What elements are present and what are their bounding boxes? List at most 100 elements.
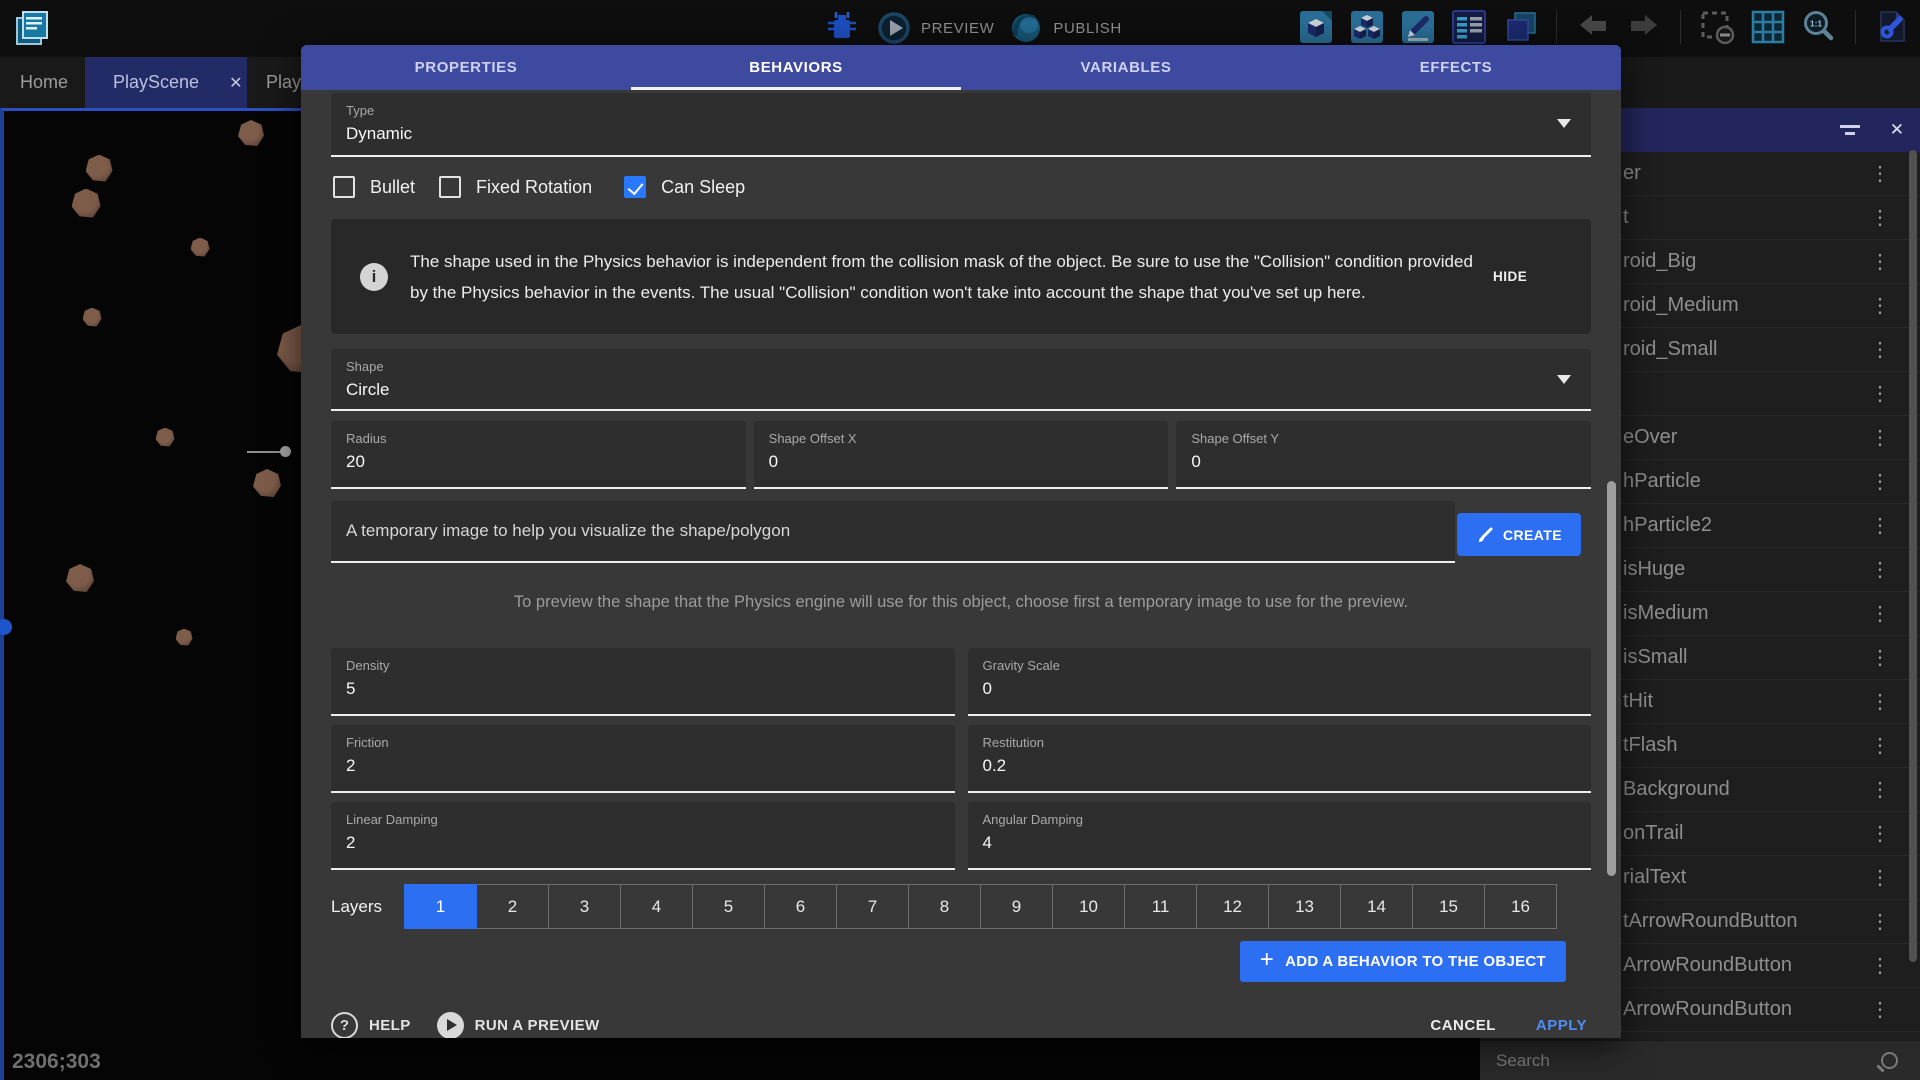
shape-offset-x-field[interactable]: Shape Offset X 0 — [754, 421, 1169, 489]
restitution-field[interactable]: Restitution 0.2 — [968, 725, 1592, 793]
layer-button-15[interactable]: 15 — [1412, 884, 1485, 929]
kebab-menu-icon[interactable]: ⋮ — [1862, 909, 1898, 934]
kebab-menu-icon[interactable]: ⋮ — [1862, 953, 1898, 978]
kebab-menu-icon[interactable]: ⋮ — [1862, 645, 1898, 670]
asteroid-sprite[interactable] — [238, 120, 264, 146]
close-panel-icon[interactable]: ✕ — [1890, 120, 1904, 140]
search-input[interactable]: Search — [1480, 1040, 1920, 1080]
apply-button[interactable]: APPLY — [1536, 1017, 1587, 1034]
checkbox-can-sleep[interactable]: Can Sleep — [624, 176, 745, 198]
friction-field[interactable]: Friction 2 — [331, 725, 955, 793]
shape-dropdown[interactable]: Shape Circle — [331, 349, 1591, 411]
kebab-menu-icon[interactable]: ⋮ — [1862, 381, 1898, 406]
asteroid-sprite[interactable] — [253, 469, 281, 497]
debugger-icon[interactable] — [822, 8, 862, 48]
kebab-menu-icon[interactable]: ⋮ — [1862, 821, 1898, 846]
panel-scrollbar[interactable] — [1909, 150, 1917, 962]
kebab-menu-icon[interactable]: ⋮ — [1862, 777, 1898, 802]
kebab-menu-icon[interactable]: ⋮ — [1862, 557, 1898, 582]
layer-button-12[interactable]: 12 — [1196, 884, 1269, 929]
kebab-menu-icon[interactable]: ⋮ — [1862, 865, 1898, 890]
layers-icon[interactable] — [1502, 9, 1538, 45]
grid-icon[interactable] — [1750, 9, 1786, 45]
asteroid-sprite[interactable] — [86, 155, 113, 182]
asteroid-sprite[interactable] — [191, 238, 210, 257]
layer-button-14[interactable]: 14 — [1340, 884, 1413, 929]
layer-button-10[interactable]: 10 — [1052, 884, 1125, 929]
zoom-original-icon[interactable]: 1:1 — [1801, 9, 1837, 45]
linear-damping-field[interactable]: Linear Damping 2 — [331, 802, 955, 870]
density-field[interactable]: Density 5 — [331, 648, 955, 716]
kebab-menu-icon[interactable]: ⋮ — [1862, 337, 1898, 362]
radius-field[interactable]: Radius 20 — [331, 421, 746, 489]
hide-button[interactable]: HIDE — [1493, 269, 1527, 284]
undo-icon[interactable] — [1575, 9, 1611, 45]
angular-damping-field[interactable]: Angular Damping 4 — [968, 802, 1592, 870]
temp-image-field[interactable]: A temporary image to help you visualize … — [331, 501, 1455, 563]
dialog-scrollbar[interactable] — [1607, 481, 1616, 876]
object-groups-icon[interactable] — [1349, 9, 1385, 45]
run-preview-button[interactable]: RUN A PREVIEW — [437, 1012, 600, 1039]
dialog-footer: ? HELP RUN A PREVIEW CANCEL APPLY — [331, 1002, 1591, 1038]
tab-properties[interactable]: PROPERTIES — [301, 45, 631, 90]
tab-variables[interactable]: VARIABLES — [961, 45, 1291, 90]
layer-button-9[interactable]: 9 — [980, 884, 1053, 929]
layer-button-2[interactable]: 2 — [476, 884, 549, 929]
preview-hint: To preview the shape that the Physics en… — [331, 593, 1591, 613]
play-icon — [437, 1012, 464, 1039]
tab-home[interactable]: Home — [8, 57, 80, 108]
filter-icon[interactable] — [1840, 124, 1862, 136]
add-behavior-button[interactable]: + ADD A BEHAVIOR TO THE OBJECT — [1240, 941, 1566, 982]
kebab-menu-icon[interactable]: ⋮ — [1862, 425, 1898, 450]
edit-icon[interactable] — [1400, 9, 1436, 45]
create-button[interactable]: CREATE — [1457, 513, 1581, 556]
kebab-menu-icon[interactable]: ⋮ — [1862, 733, 1898, 758]
checkbox-fixed-rotation[interactable]: Fixed Rotation — [439, 176, 592, 198]
preview-button[interactable]: PREVIEW — [876, 10, 994, 46]
layer-button-16[interactable]: 16 — [1484, 884, 1557, 929]
layer-button-11[interactable]: 11 — [1124, 884, 1197, 929]
asteroid-sprite[interactable] — [66, 564, 94, 592]
asteroid-sprite[interactable] — [176, 629, 193, 646]
deselect-icon[interactable] — [1699, 9, 1735, 45]
project-settings-icon[interactable] — [1874, 9, 1910, 45]
objects-panel-icon[interactable] — [1298, 9, 1334, 45]
layer-button-13[interactable]: 13 — [1268, 884, 1341, 929]
tab-effects[interactable]: EFFECTS — [1291, 45, 1621, 90]
kebab-menu-icon[interactable]: ⋮ — [1862, 205, 1898, 230]
instance-handle[interactable] — [280, 446, 291, 457]
layer-button-8[interactable]: 8 — [908, 884, 981, 929]
kebab-menu-icon[interactable]: ⋮ — [1862, 469, 1898, 494]
tab-playscene[interactable]: PlayScene ✕ — [85, 57, 247, 108]
layer-button-1[interactable]: 1 — [404, 884, 477, 929]
layer-button-5[interactable]: 5 — [692, 884, 765, 929]
kebab-menu-icon[interactable]: ⋮ — [1862, 161, 1898, 186]
gravity-scale-field[interactable]: Gravity Scale 0 — [968, 648, 1592, 716]
shape-offset-y-field[interactable]: Shape Offset Y 0 — [1176, 421, 1591, 489]
instances-list-icon[interactable] — [1451, 9, 1487, 45]
type-dropdown[interactable]: Type Dynamic — [331, 93, 1591, 157]
tab-behaviors[interactable]: BEHAVIORS — [631, 45, 961, 90]
kebab-menu-icon[interactable]: ⋮ — [1862, 293, 1898, 318]
project-manager-icon[interactable] — [12, 8, 52, 48]
info-banner: i The shape used in the Physics behavior… — [331, 219, 1591, 334]
close-tab-icon[interactable]: ✕ — [229, 73, 242, 93]
kebab-menu-icon[interactable]: ⋮ — [1862, 997, 1898, 1022]
checkbox-bullet[interactable]: Bullet — [333, 176, 415, 198]
layer-button-6[interactable]: 6 — [764, 884, 837, 929]
instance-marker[interactable] — [0, 619, 12, 635]
kebab-menu-icon[interactable]: ⋮ — [1862, 513, 1898, 538]
kebab-menu-icon[interactable]: ⋮ — [1862, 601, 1898, 626]
asteroid-sprite[interactable] — [72, 189, 101, 218]
kebab-menu-icon[interactable]: ⋮ — [1862, 249, 1898, 274]
kebab-menu-icon[interactable]: ⋮ — [1862, 689, 1898, 714]
asteroid-sprite[interactable] — [156, 428, 175, 447]
redo-icon[interactable] — [1626, 9, 1662, 45]
publish-button[interactable]: PUBLISH — [1008, 10, 1121, 46]
layer-button-4[interactable]: 4 — [620, 884, 693, 929]
help-button[interactable]: ? HELP — [331, 1012, 411, 1039]
asteroid-sprite[interactable] — [83, 308, 102, 327]
layer-button-3[interactable]: 3 — [548, 884, 621, 929]
layer-button-7[interactable]: 7 — [836, 884, 909, 929]
cancel-button[interactable]: CANCEL — [1430, 1017, 1496, 1034]
